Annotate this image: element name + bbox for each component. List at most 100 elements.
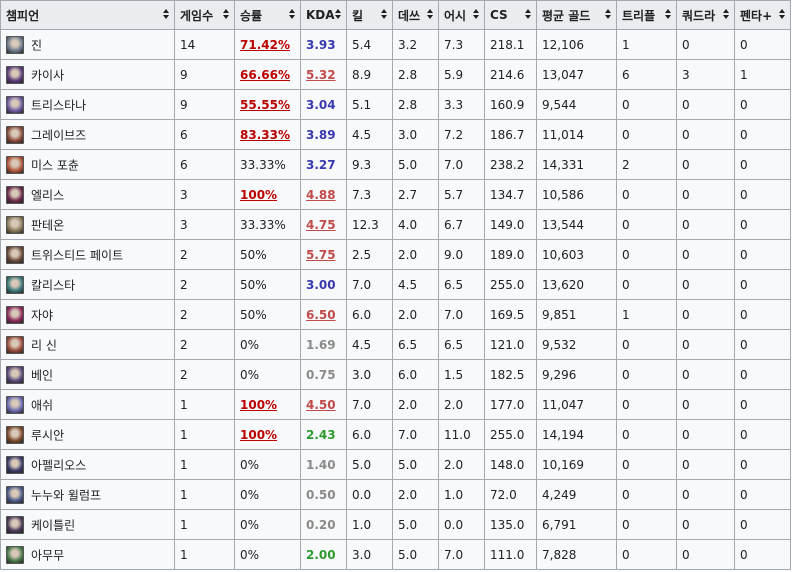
- champion-cell: 베인: [0, 359, 175, 390]
- winrate-value[interactable]: 100%: [240, 188, 277, 202]
- quadra-value: 0: [682, 517, 690, 532]
- xayah-portrait-icon[interactable]: [6, 305, 24, 324]
- col-header-games[interactable]: 게임수: [174, 0, 235, 30]
- kda-value[interactable]: 6.50: [306, 308, 336, 322]
- sort-arrows-icon[interactable]: [335, 9, 342, 21]
- sort-arrows-icon[interactable]: [723, 9, 730, 21]
- sort-arrows-icon[interactable]: [525, 9, 532, 21]
- twisted-fate-portrait-icon[interactable]: [6, 245, 24, 264]
- sort-arrows-icon[interactable]: [427, 9, 434, 21]
- col-header-quadra[interactable]: 쿼드라: [676, 0, 735, 30]
- champion-name[interactable]: 칼리스타: [31, 278, 75, 292]
- col-header-kda[interactable]: KDA: [300, 0, 347, 30]
- jhin-portrait-icon[interactable]: [6, 35, 24, 54]
- champion-name[interactable]: 카이사: [31, 68, 64, 82]
- kills-value: 3.0: [352, 547, 372, 562]
- winrate-value[interactable]: 66.66%: [240, 68, 290, 82]
- kda-value[interactable]: 4.88: [306, 188, 336, 202]
- sort-arrows-icon[interactable]: [605, 9, 612, 21]
- kills-value: 7.0: [352, 277, 372, 292]
- penta-value: 0: [740, 127, 748, 142]
- kda-value[interactable]: 4.75: [306, 218, 336, 232]
- champion-name[interactable]: 누누와 윌럼프: [31, 488, 101, 502]
- kda-value[interactable]: 4.50: [306, 398, 336, 412]
- champion-name[interactable]: 아무무: [31, 548, 64, 562]
- winrate-value: 0%: [240, 517, 260, 532]
- assists-cell: 9.0: [438, 239, 485, 270]
- sort-arrows-icon[interactable]: [473, 9, 480, 21]
- aphelios-portrait-icon[interactable]: [6, 455, 24, 474]
- kaisa-portrait-icon[interactable]: [6, 65, 24, 84]
- avg-gold-value: 9,296: [542, 367, 577, 382]
- champion-name[interactable]: 트위스티드 페이트: [31, 248, 123, 262]
- col-header-penta[interactable]: 펜타+: [734, 0, 791, 30]
- champion-name[interactable]: 트리스타나: [31, 98, 86, 112]
- col-header-avg-gold[interactable]: 평균 골드: [536, 0, 617, 30]
- col-header-deaths[interactable]: 데쓰: [392, 0, 439, 30]
- sort-arrows-icon[interactable]: [779, 9, 786, 21]
- champion-name[interactable]: 그레이브즈: [31, 128, 86, 142]
- lee-sin-portrait-icon[interactable]: [6, 335, 24, 354]
- champion-name[interactable]: 케이틀린: [31, 518, 75, 532]
- assists-value: 1.5: [444, 367, 464, 382]
- winrate-value[interactable]: 100%: [240, 398, 277, 412]
- sort-arrows-icon[interactable]: [381, 9, 388, 21]
- champion-name[interactable]: 판테온: [31, 218, 64, 232]
- winrate-cell: 55.55%: [234, 89, 301, 120]
- graves-portrait-icon[interactable]: [6, 125, 24, 144]
- deaths-value: 6.5: [398, 337, 418, 352]
- penta-cell: 0: [734, 89, 791, 120]
- winrate-value[interactable]: 100%: [240, 428, 277, 442]
- champion-name[interactable]: 자야: [31, 308, 53, 322]
- deaths-value: 5.0: [398, 547, 418, 562]
- col-header-cs[interactable]: CS: [484, 0, 537, 30]
- champion-name[interactable]: 아펠리오스: [31, 458, 86, 472]
- champion-name[interactable]: 루시안: [31, 428, 64, 442]
- table-row: 아무무 1 0% 2.00 3.0 5.0 7.0 111.0 7,828 0 0 0: [0, 539, 791, 570]
- winrate-value[interactable]: 55.55%: [240, 98, 290, 112]
- elise-portrait-icon[interactable]: [6, 185, 24, 204]
- champion-name[interactable]: 미스 포츈: [31, 158, 79, 172]
- quadra-value: 0: [682, 37, 690, 52]
- kda-cell: 0.20: [300, 509, 347, 540]
- pantheon-portrait-icon[interactable]: [6, 215, 24, 234]
- miss-fortune-portrait-icon[interactable]: [6, 155, 24, 174]
- ashe-portrait-icon[interactable]: [6, 395, 24, 414]
- kalista-portrait-icon[interactable]: [6, 275, 24, 294]
- sort-arrows-icon[interactable]: [163, 9, 170, 21]
- champion-name[interactable]: 베인: [31, 368, 53, 382]
- col-header-assists[interactable]: 어시: [438, 0, 485, 30]
- kda-value[interactable]: 5.32: [306, 68, 336, 82]
- kda-value[interactable]: 5.75: [306, 248, 336, 262]
- table-row: 엘리스 3 100% 4.88 7.3 2.7 5.7 134.7 10,586 0 0 0: [0, 179, 791, 210]
- triple-value: 0: [622, 97, 630, 112]
- deaths-cell: 2.0: [392, 239, 439, 270]
- col-header-kills[interactable]: 킬: [346, 0, 393, 30]
- col-header-champion[interactable]: 챔피언: [0, 0, 175, 30]
- champion-name[interactable]: 애쉬: [31, 398, 53, 412]
- champion-name[interactable]: 진: [31, 38, 42, 52]
- sort-arrows-icon[interactable]: [289, 9, 296, 21]
- table-row: 미스 포츈 6 33.33% 3.27 9.3 5.0 7.0 238.2 14,331 2 0 0: [0, 149, 791, 180]
- cs-value: 72.0: [490, 487, 517, 502]
- cs-value: 149.0: [490, 217, 525, 232]
- kills-value: 8.9: [352, 67, 372, 82]
- champion-name[interactable]: 리 신: [31, 338, 57, 352]
- lucian-portrait-icon[interactable]: [6, 425, 24, 444]
- col-header-triple[interactable]: 트리플: [616, 0, 677, 30]
- kda-cell: 5.32: [300, 59, 347, 90]
- games-cell: 1: [174, 539, 235, 570]
- tristana-portrait-icon[interactable]: [6, 95, 24, 114]
- amumu-portrait-icon[interactable]: [6, 545, 24, 564]
- champion-name[interactable]: 엘리스: [31, 188, 64, 202]
- caitlyn-portrait-icon[interactable]: [6, 515, 24, 534]
- vayne-portrait-icon[interactable]: [6, 365, 24, 384]
- sort-arrows-icon[interactable]: [665, 9, 672, 21]
- avg-gold-value: 12,106: [542, 37, 584, 52]
- winrate-value[interactable]: 83.33%: [240, 128, 290, 142]
- col-header-winrate[interactable]: 승률: [234, 0, 301, 30]
- winrate-value[interactable]: 71.42%: [240, 38, 290, 52]
- sort-arrows-icon[interactable]: [223, 9, 230, 21]
- kda-cell: 3.89: [300, 119, 347, 150]
- nunu-portrait-icon[interactable]: [6, 485, 24, 504]
